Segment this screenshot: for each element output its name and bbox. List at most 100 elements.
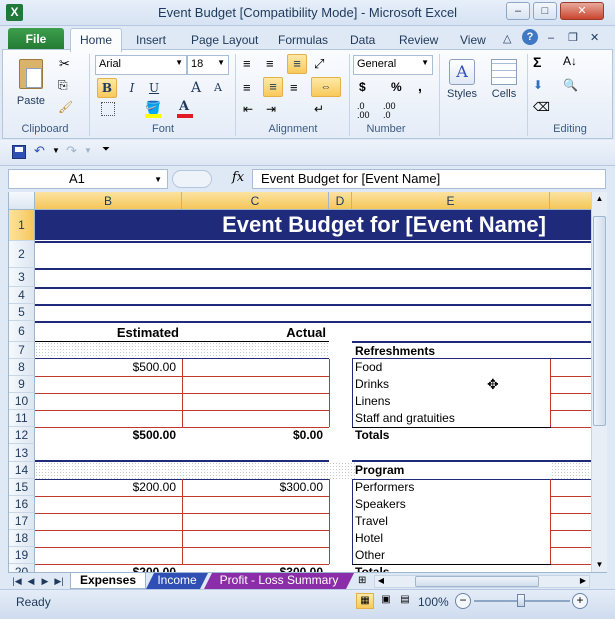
minimize-button[interactable]: –	[506, 2, 530, 20]
row-header[interactable]: 6	[9, 321, 35, 342]
underline-button[interactable]: U	[145, 78, 163, 98]
estimated-cell[interactable]	[35, 376, 182, 393]
estimated-cell[interactable]: $500.00	[35, 359, 182, 376]
row-header[interactable]: 16	[9, 496, 35, 513]
currency-button[interactable]: $	[359, 80, 366, 94]
bold-button[interactable]: B	[97, 78, 117, 98]
scroll-up-icon[interactable]: ▲	[592, 192, 607, 206]
sheet-title[interactable]: Event Budget for [Event Name]	[35, 210, 550, 240]
horizontal-scrollbar[interactable]: ◀ ▶	[374, 575, 590, 588]
formula-input[interactable]: Event Budget for [Event Name]	[252, 169, 606, 189]
estimated-cell[interactable]	[35, 410, 182, 427]
row-header[interactable]: 13	[9, 444, 35, 462]
column-header-c[interactable]: C	[182, 192, 329, 210]
line-item[interactable]: Travel	[355, 513, 550, 530]
customize-qat-icon[interactable]: ⏷	[102, 144, 110, 155]
actual-cell[interactable]	[182, 513, 329, 530]
row-header[interactable]: 4	[9, 287, 35, 304]
line-item[interactable]: Food	[355, 359, 550, 376]
actual-total[interactable]: $300.00	[182, 564, 329, 572]
align-center-icon[interactable]: ≡	[263, 77, 283, 97]
row-header[interactable]: 7	[9, 342, 35, 359]
help-icon[interactable]: ?	[522, 29, 538, 45]
column-header-d[interactable]: D	[329, 192, 352, 210]
actual-header[interactable]: Actual	[182, 324, 329, 341]
comma-button[interactable]: ,	[418, 78, 422, 94]
row-header[interactable]: 1	[9, 210, 35, 241]
tab-formulas[interactable]: Formulas	[278, 30, 328, 50]
estimated-total[interactable]: $500.00	[35, 427, 182, 444]
row-header[interactable]: 11	[9, 410, 35, 427]
autosum-button[interactable]: Σ	[533, 54, 541, 70]
workbook-restore-icon[interactable]: ❐	[568, 31, 578, 44]
actual-cell[interactable]	[182, 376, 329, 393]
normal-view-icon[interactable]: ▦	[356, 593, 374, 609]
first-sheet-icon[interactable]: |◀	[12, 575, 22, 587]
copy-icon[interactable]: ⎘	[58, 78, 68, 93]
styles-button[interactable]: A Styles	[443, 56, 481, 118]
decrease-indent-icon[interactable]: ⇤	[243, 102, 253, 116]
actual-cell[interactable]	[182, 496, 329, 513]
column-header-f[interactable]	[550, 192, 591, 210]
page-break-view-icon[interactable]: ▤	[396, 593, 414, 609]
actual-total[interactable]: $0.00	[182, 427, 329, 444]
column-header-e[interactable]: E	[352, 192, 550, 210]
worksheet-grid[interactable]: B C D E 1 2 3 4 5 6 7 8 9 10 11 12 13 14 15 16 17 18 19 20 …	[8, 192, 591, 572]
estimated-cell[interactable]	[35, 513, 182, 530]
clear-icon[interactable]: ⌫	[533, 100, 550, 114]
workbook-minimize-icon[interactable]: –	[548, 32, 554, 44]
cut-icon[interactable]: ✂	[59, 56, 70, 72]
formula-bar-divider[interactable]	[172, 170, 212, 188]
line-item[interactable]: Performers	[355, 479, 550, 496]
workbook-close-icon[interactable]: ✕	[590, 31, 599, 44]
paste-button[interactable]: Paste	[11, 56, 51, 116]
tab-view[interactable]: View	[460, 30, 486, 50]
orientation-icon[interactable]: ⤢	[314, 56, 324, 72]
estimated-cell[interactable]	[35, 496, 182, 513]
next-sheet-icon[interactable]: ▶	[40, 575, 50, 587]
scroll-left-icon[interactable]: ◀	[375, 576, 387, 587]
estimated-header[interactable]: Estimated	[35, 324, 182, 341]
page-layout-view-icon[interactable]: ▣	[377, 593, 395, 609]
last-sheet-icon[interactable]: ▶|	[54, 575, 64, 587]
save-icon[interactable]	[12, 145, 26, 159]
zoom-in-icon[interactable]: +	[572, 593, 588, 609]
row-header[interactable]: 12	[9, 427, 35, 444]
undo-icon[interactable]: ↶	[34, 143, 45, 159]
row-header[interactable]: 5	[9, 304, 35, 321]
estimated-total[interactable]: $200.00	[35, 564, 182, 572]
decrease-decimal-button[interactable]: .00 .0	[383, 102, 405, 120]
tab-review[interactable]: Review	[399, 30, 438, 50]
line-item[interactable]: Staff and gratuities	[355, 410, 550, 427]
italic-button[interactable]: I	[123, 78, 141, 98]
fill-icon[interactable]: ⬇	[533, 78, 543, 92]
select-all-corner[interactable]	[9, 192, 35, 210]
align-bottom-icon[interactable]: ≡	[287, 54, 307, 74]
line-item[interactable]: Speakers	[355, 496, 550, 513]
row-header[interactable]: 18	[9, 530, 35, 547]
row-header[interactable]: 2	[9, 241, 35, 268]
line-item[interactable]: Drinks	[355, 376, 550, 393]
increase-decimal-button[interactable]: .0 .00	[357, 102, 379, 120]
name-box[interactable]: A1 ▼	[8, 169, 168, 189]
ribbon-minimize-icon[interactable]: △	[503, 32, 511, 45]
row-header[interactable]: 17	[9, 513, 35, 530]
row-header[interactable]: 10	[9, 393, 35, 410]
format-painter-icon[interactable]: 🖌	[58, 100, 73, 114]
line-item[interactable]: Hotel	[355, 530, 550, 547]
tab-data[interactable]: Data	[350, 30, 375, 50]
align-top-icon[interactable]: ≡	[243, 56, 251, 71]
estimated-cell[interactable]	[35, 530, 182, 547]
tab-insert[interactable]: Insert	[136, 30, 166, 50]
program-header[interactable]: Program	[355, 462, 550, 479]
close-button[interactable]: ✕	[560, 2, 604, 20]
column-header-b[interactable]: B	[35, 192, 182, 210]
scroll-right-icon[interactable]: ▶	[577, 576, 589, 587]
zoom-out-icon[interactable]: −	[455, 593, 471, 609]
grow-font-button[interactable]: A	[187, 78, 205, 98]
totals-label[interactable]: Totals	[355, 427, 550, 444]
row-header[interactable]: 19	[9, 547, 35, 564]
sheet-tab-expenses[interactable]: Expenses	[70, 573, 146, 589]
row-header[interactable]: 9	[9, 376, 35, 393]
line-item[interactable]: Linens	[355, 393, 550, 410]
